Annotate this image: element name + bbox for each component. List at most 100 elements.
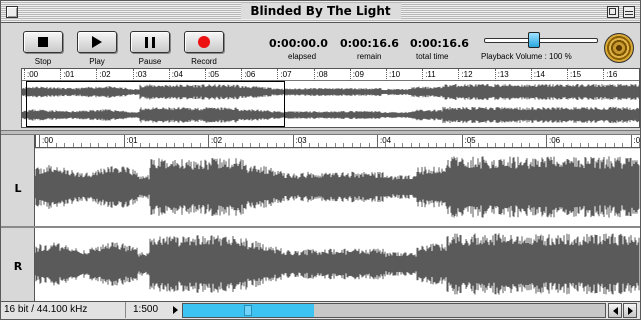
time-ruler-minor-tick xyxy=(250,143,252,147)
pause-icon xyxy=(145,36,155,48)
time-ruler-minor-tick xyxy=(106,143,108,147)
time-ruler-minor-tick xyxy=(469,143,471,147)
time-ruler-minor-tick xyxy=(233,143,235,147)
remain-label: remain xyxy=(357,52,382,61)
overview-ruler-tick: :15 xyxy=(567,69,581,81)
overview-ruler-tick: :07 xyxy=(277,69,292,81)
time-ruler-minor-tick xyxy=(596,143,598,147)
overview-ruler-tick: :02 xyxy=(96,69,111,81)
time-ruler-minor-tick xyxy=(453,143,455,147)
record-icon xyxy=(198,36,210,48)
time-ruler-minor-tick xyxy=(326,143,328,147)
time-ruler-minor-tick xyxy=(81,143,83,147)
overview-view-selection[interactable] xyxy=(26,81,285,127)
time-ruler-minor-tick xyxy=(368,143,370,147)
overview-ruler-tick: :05 xyxy=(205,69,219,81)
time-ruler-minor-tick xyxy=(402,143,404,147)
time-ruler-minor-tick xyxy=(419,143,421,147)
waveform-svg xyxy=(35,156,640,295)
time-ruler-minor-tick xyxy=(554,143,556,147)
time-ruler-tick: :03 xyxy=(292,135,307,147)
close-box[interactable] xyxy=(6,6,18,18)
total-time-label: total time xyxy=(416,52,449,61)
waveform-editor[interactable] xyxy=(35,149,640,301)
overview-waveform[interactable]: :00:01:02:03:04:05:06:07:08:09:10:11:12:… xyxy=(21,68,640,128)
time-ruler-tick: :02 xyxy=(208,135,222,147)
time-ruler-tick: :00 xyxy=(39,135,53,147)
playback-volume-slider[interactable] xyxy=(484,38,598,43)
time-ruler[interactable]: :00:01:02:03:04:05:06:07 xyxy=(35,135,640,148)
record-label: Record xyxy=(191,57,217,66)
stop-button[interactable] xyxy=(23,31,63,53)
sample-format: 16 bit / 44.100 kHz xyxy=(4,304,88,315)
scroll-left-button[interactable] xyxy=(608,303,622,318)
time-ruler-minor-tick xyxy=(562,143,564,147)
time-ruler-minor-tick xyxy=(300,143,302,147)
status-separator xyxy=(125,302,126,318)
overview-ruler-tick: :00 xyxy=(24,69,38,81)
time-ruler-minor-tick xyxy=(182,143,184,147)
overview-ruler-tick: :14 xyxy=(530,69,545,81)
time-ruler-minor-tick xyxy=(605,143,607,147)
arrow-right-icon xyxy=(627,306,633,315)
time-ruler-minor-tick xyxy=(98,143,100,147)
overview-ruler-tick: :06 xyxy=(241,69,255,81)
time-ruler-minor-tick xyxy=(343,143,345,147)
audio-editor-window: Blinded By The Light Stop Play Pause Rec… xyxy=(0,0,641,320)
time-ruler-minor-tick xyxy=(275,143,277,147)
time-ruler-minor-tick xyxy=(334,143,336,147)
time-ruler-minor-tick xyxy=(89,143,91,147)
time-ruler-minor-tick xyxy=(140,143,142,147)
time-ruler-minor-tick xyxy=(72,143,74,147)
time-ruler-tick: :01 xyxy=(123,135,138,147)
collapse-box[interactable] xyxy=(623,6,635,18)
stop-label: Stop xyxy=(34,57,52,66)
overview-ruler-tick: :11 xyxy=(422,69,436,81)
title-bar[interactable]: Blinded By The Light xyxy=(1,1,640,23)
time-ruler-minor-tick xyxy=(393,143,395,147)
play-label: Play xyxy=(89,57,105,66)
elapsed-label: elapsed xyxy=(288,52,317,61)
time-ruler-minor-tick xyxy=(478,143,480,147)
channel-label-right: R xyxy=(13,260,23,273)
play-button[interactable] xyxy=(77,31,117,53)
time-ruler-tick: :05 xyxy=(461,135,476,147)
time-ruler-minor-tick xyxy=(613,143,615,147)
zoom-level[interactable]: 1:500 xyxy=(133,304,158,315)
time-ruler-minor-tick xyxy=(638,143,640,147)
time-ruler-minor-tick xyxy=(495,143,497,147)
stop-icon xyxy=(38,37,48,47)
time-ruler-minor-tick xyxy=(115,143,117,147)
time-ruler-minor-tick xyxy=(191,143,193,147)
time-ruler-minor-tick xyxy=(503,143,505,147)
horizontal-scrollbar[interactable] xyxy=(182,303,606,318)
time-ruler-minor-tick xyxy=(436,143,438,147)
overview-ruler-tick: :09 xyxy=(349,69,364,81)
time-ruler-minor-tick xyxy=(241,143,243,147)
zoom-box[interactable] xyxy=(607,6,619,18)
time-ruler-minor-tick xyxy=(588,143,590,147)
pause-label: Pause xyxy=(138,57,162,66)
time-ruler-tick: :06 xyxy=(546,135,560,147)
window-title: Blinded By The Light xyxy=(240,3,401,19)
playback-volume-thumb[interactable] xyxy=(528,32,540,48)
play-marker-icon xyxy=(173,306,178,314)
play-icon xyxy=(92,36,102,48)
time-ruler-minor-tick xyxy=(216,143,218,147)
time-ruler-minor-tick xyxy=(486,143,488,147)
overview-ruler-tick: :16 xyxy=(603,69,617,81)
time-ruler-minor-tick xyxy=(55,143,57,147)
scroll-right-button[interactable] xyxy=(623,303,637,318)
record-button[interactable] xyxy=(184,31,224,53)
overview-ruler-tick: :04 xyxy=(168,69,183,81)
total-time: 0:00:16.6 xyxy=(410,37,469,50)
time-ruler-minor-tick xyxy=(258,143,260,147)
time-ruler-minor-tick xyxy=(174,143,176,147)
playback-volume-label: Playback Volume : 100 % xyxy=(481,52,572,61)
pause-button[interactable] xyxy=(130,31,170,53)
time-ruler-minor-tick xyxy=(520,143,522,147)
scrollbar-thumb[interactable] xyxy=(244,305,253,316)
speaker-icon[interactable] xyxy=(604,33,634,63)
time-ruler-minor-tick xyxy=(199,143,201,147)
time-ruler-minor-tick xyxy=(267,143,269,147)
